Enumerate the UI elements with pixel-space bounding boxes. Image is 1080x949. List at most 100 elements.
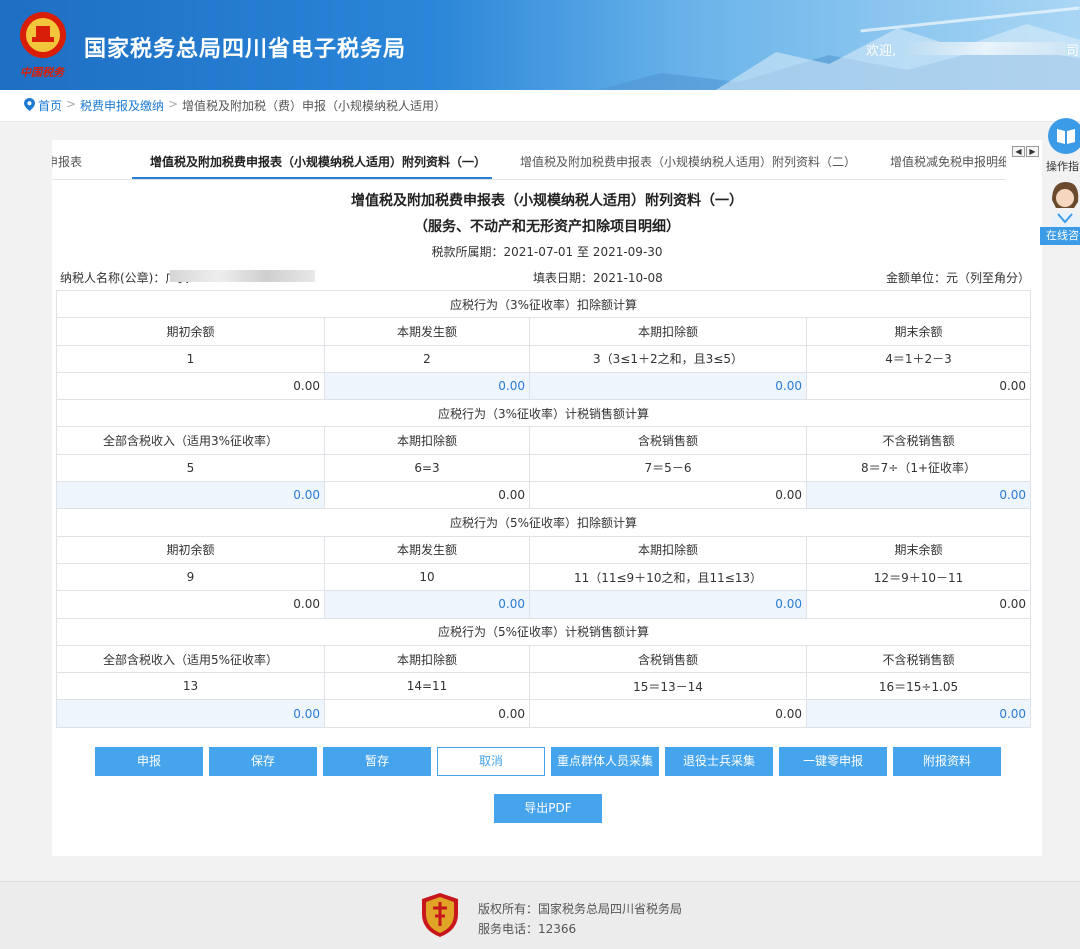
veteran-collect-button[interactable]: 退役士兵采集 — [665, 747, 773, 776]
header-great-wall — [860, 6, 1080, 33]
breadcrumb-home[interactable]: 首页 — [38, 97, 62, 114]
value-row: 0.00 0.00 0.00 0.00 — [56, 590, 1032, 619]
active-tab-indicator — [132, 177, 492, 179]
code-row: 5 6=3 7＝5－6 8＝7÷（1+征收率） — [56, 453, 1032, 483]
amount-input[interactable]: 0.00 — [805, 699, 1032, 728]
footer-phone: 服务电话：12366 — [478, 922, 577, 936]
tab-tax-relief-detail[interactable]: 增值税减免税申报明细 — [890, 153, 1006, 170]
row-code: 14=11 — [324, 672, 530, 701]
column-header: 全部含税收入（适用3%征收率） — [56, 426, 325, 455]
declare-button[interactable]: 申报 — [95, 747, 203, 776]
section-title-row: 应税行为（3%征收率）扣除额计算 — [55, 289, 1032, 319]
section-title: 应税行为（5%征收率）计税销售额计算 — [55, 617, 1032, 646]
amount-input[interactable]: 0.00 — [805, 481, 1032, 510]
tab-attachment-1[interactable]: 增值税及附加税费申报表（小规模纳税人适用）附列资料（一） — [150, 153, 486, 170]
username-tail: 司 — [1066, 44, 1080, 59]
section-title: 应税行为（3%征收率）扣除额计算 — [55, 289, 1032, 319]
section-title: 应税行为（3%征收率）计税销售额计算 — [55, 399, 1032, 428]
emblem-caption: 中国税务 — [20, 66, 64, 79]
amount-input[interactable]: 0.00 — [324, 590, 530, 619]
key-group-collect-button[interactable]: 重点群体人员采集 — [551, 747, 659, 776]
code-row: 1 2 3（3≤1＋2之和，且3≤5） 4＝1＋2－3 — [56, 344, 1032, 373]
amount-cell: 0.00 — [805, 590, 1032, 619]
row-code: 5 — [56, 453, 325, 483]
breadcrumb-separator: > — [66, 97, 77, 111]
amount-input[interactable]: 0.00 — [56, 699, 325, 728]
breadcrumb-current: 增值税及附加税（费）申报（小规模纳税人适用） — [182, 99, 447, 113]
breadcrumb-declare-pay[interactable]: 税费申报及缴纳 — [80, 97, 164, 114]
amount-input[interactable]: 0.00 — [529, 371, 807, 401]
row-code: 15＝13－14 — [529, 672, 807, 701]
attachments-button[interactable]: 附报资料 — [893, 747, 1001, 776]
header-row: 期初余额 本期发生额 本期扣除额 期末余额 — [56, 535, 1032, 564]
column-header: 含税销售额 — [529, 644, 807, 674]
section-title-row: 应税行为（3%征收率）计税销售额计算 — [55, 399, 1032, 428]
row-code: 9 — [56, 562, 325, 592]
export-pdf-button[interactable]: 导出PDF — [494, 794, 602, 823]
column-header: 本期扣除额 — [529, 535, 807, 564]
column-header: 期末余额 — [805, 535, 1032, 564]
breadcrumb-separator: > — [168, 97, 179, 111]
column-header: 本期扣除额 — [529, 317, 807, 346]
amount-cell: 0.00 — [56, 371, 325, 401]
section-title-row: 应税行为（5%征收率）计税销售额计算 — [55, 617, 1032, 646]
value-row: 0.00 0.00 0.00 0.00 — [56, 371, 1032, 401]
tab-attachment-2[interactable]: 增值税及附加税费申报表（小规模纳税人适用）附列资料（二） — [520, 153, 856, 170]
amount-cell: 0.00 — [324, 699, 530, 728]
section-title-row: 应税行为（5%征收率）扣除额计算 — [55, 508, 1032, 537]
amount-unit: 金额单位：元（列至角分） — [886, 271, 1031, 285]
section-title: 应税行为（5%征收率）扣除额计算 — [55, 508, 1032, 537]
guide-book-glyph — [1057, 129, 1075, 144]
header-row: 全部含税收入（适用5%征收率） 本期扣除额 含税销售额 不含税销售额 — [56, 644, 1032, 674]
document-title: 增值税及附加税费申报表（小规模纳税人适用）附列资料（一） — [351, 193, 743, 209]
zero-declare-button[interactable]: 一键零申报 — [779, 747, 887, 776]
column-header: 不含税销售额 — [805, 426, 1032, 455]
tab-clip-right: 增值税减免税申报明细 — [888, 150, 1006, 172]
tax-emblem-icon — [20, 12, 66, 58]
row-code: 2 — [324, 344, 530, 373]
column-header: 期初余额 — [56, 535, 325, 564]
amount-input[interactable]: 0.00 — [529, 590, 807, 619]
value-row: 0.00 0.00 0.00 0.00 — [56, 699, 1032, 728]
amount-cell: 0.00 — [529, 699, 807, 728]
cancel-button[interactable]: 取消 — [437, 747, 545, 776]
location-pin-icon — [24, 98, 35, 111]
tab-scroll-left-icon[interactable]: ◀ — [1012, 146, 1025, 157]
tab-clip: 税费申报表 — [52, 150, 106, 172]
temp-save-button[interactable]: 暂存 — [323, 747, 431, 776]
tab-scroll-right-icon[interactable]: ▶ — [1026, 146, 1039, 157]
amount-cell: 0.00 — [324, 481, 530, 510]
customer-service-avatar-icon[interactable] — [1044, 178, 1080, 228]
row-code: 10 — [324, 562, 530, 592]
amount-input[interactable]: 0.00 — [324, 371, 530, 401]
column-header: 期初余额 — [56, 317, 325, 346]
tab-tax-declare-form[interactable]: 税费申报表 — [52, 153, 82, 170]
column-header: 全部含税收入（适用5%征收率） — [56, 644, 325, 674]
welcome-text: 欢迎, — [866, 44, 897, 59]
row-code: 16＝15÷1.05 — [805, 672, 1032, 701]
column-header: 本期发生额 — [324, 535, 530, 564]
column-header: 含税销售额 — [529, 426, 807, 455]
tax-shield-logo-icon — [422, 893, 458, 937]
value-row: 0.00 0.00 0.00 0.00 — [56, 481, 1032, 510]
row-code: 4＝1＋2－3 — [805, 344, 1032, 373]
site-title: 国家税务总局四川省电子税务局 — [84, 37, 407, 62]
fill-date: 填表日期：2021-10-08 — [533, 271, 663, 285]
header-row: 全部含税收入（适用3%征收率） 本期扣除额 含税销售额 不含税销售额 — [56, 426, 1032, 455]
amount-input[interactable]: 0.00 — [56, 481, 325, 510]
footer-copyright: 版权所有：国家税务总局四川省税务局 — [478, 902, 683, 916]
column-header: 本期扣除额 — [324, 644, 530, 674]
online-consult-button[interactable]: 在线咨询 — [1040, 227, 1080, 245]
taxpayer-name-blurred — [170, 270, 315, 282]
guide-label[interactable]: 操作指引 — [1046, 158, 1080, 174]
row-code: 8＝7÷（1+征收率） — [805, 453, 1032, 483]
row-code: 3（3≤1＋2之和，且3≤5） — [529, 344, 807, 373]
deduction-table: 应税行为（3%征收率）扣除额计算 期初余额 本期发生额 本期扣除额 期末余额 1 2 3（3≤… — [55, 289, 1032, 728]
amount-cell: 0.00 — [805, 371, 1032, 401]
column-header: 不含税销售额 — [805, 644, 1032, 674]
column-header: 本期发生额 — [324, 317, 530, 346]
amount-cell: 0.00 — [56, 590, 325, 619]
save-button[interactable]: 保存 — [209, 747, 317, 776]
column-header: 期末余额 — [805, 317, 1032, 346]
guide-book-icon[interactable] — [1048, 118, 1080, 154]
